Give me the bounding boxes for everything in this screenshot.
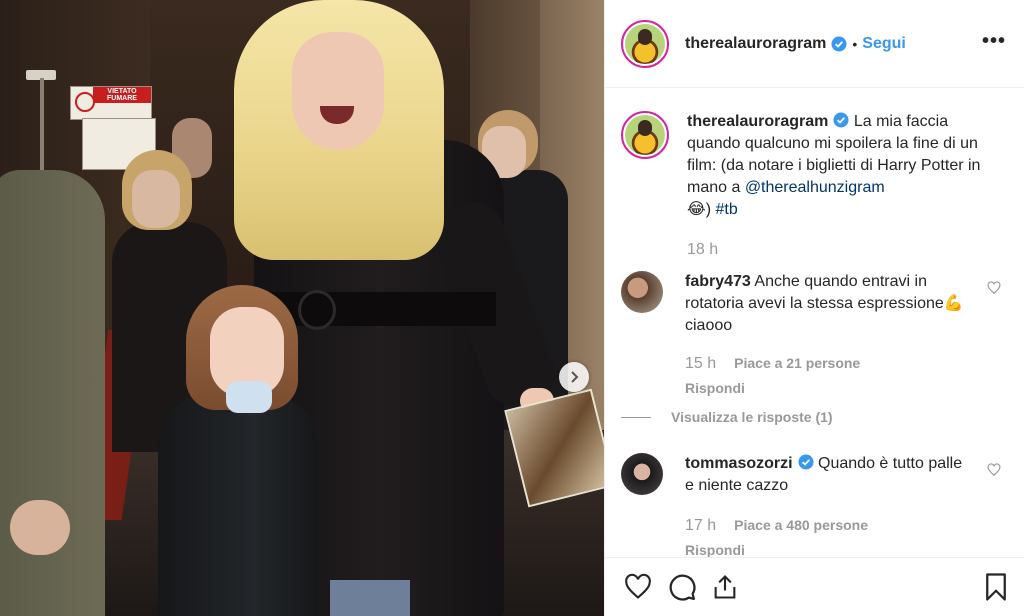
no-smoking-icon <box>75 92 95 112</box>
caption-mention-link[interactable]: @therealhunzigram <box>745 179 885 196</box>
comment-likes[interactable]: Piace a 480 persone <box>734 517 868 533</box>
comment-meta: 15 h Piace a 21 persone Rispondi <box>685 352 973 399</box>
comment-text: fabry473 Anche quando entravi in rotator… <box>685 271 1009 399</box>
post-header: therealauroragram • Segui ••• <box>605 0 1024 88</box>
share-upload-icon <box>714 575 736 599</box>
comment-item: tommasozorzi Quando è tutto palle e nien… <box>621 453 1009 557</box>
photo-foreground-hand <box>10 500 70 555</box>
post-photo[interactable]: VIETATO FUMARE <box>0 0 604 616</box>
laughing-emoji-icon: 😂 <box>687 201 706 218</box>
heart-icon <box>625 573 651 599</box>
comment-body-end: ciaooo <box>685 317 733 334</box>
comment-meta: 17 h Piace a 480 persone Rispondi <box>685 514 973 557</box>
post-side-panel: therealauroragram • Segui ••• therealaur… <box>604 0 1024 616</box>
commenter-username[interactable]: fabry473 <box>685 273 751 290</box>
sign-text: VIETATO FUMARE <box>93 87 151 103</box>
caption-hashtag-link[interactable]: #tb <box>715 201 737 218</box>
verified-badge-icon <box>831 36 847 51</box>
like-comment-heart-icon[interactable] <box>987 281 1001 295</box>
commenter-username[interactable]: tommasozorzi <box>685 455 793 472</box>
caption-avatar[interactable] <box>621 111 669 159</box>
verified-badge-icon <box>833 112 849 128</box>
replies-line <box>621 416 651 418</box>
save-button[interactable] <box>983 572 1009 607</box>
bookmark-icon <box>986 573 1006 601</box>
view-replies-button[interactable]: Visualizza le risposte (1) <box>621 409 1009 425</box>
author-username[interactable]: therealauroragram <box>685 35 826 53</box>
header-separator: • <box>852 35 858 52</box>
no-smoking-sign: VIETATO FUMARE <box>70 86 152 120</box>
caption-entry: therealauroragram La mia faccia quando q… <box>621 111 1009 261</box>
more-options-icon[interactable]: ••• <box>982 30 1006 53</box>
author-avatar[interactable] <box>621 19 669 68</box>
view-replies-label: Visualizza le risposte (1) <box>671 409 833 425</box>
reply-button[interactable]: Rispondi <box>685 377 973 399</box>
verified-badge-icon <box>798 454 814 470</box>
commenter-avatar[interactable] <box>621 453 663 495</box>
share-button[interactable] <box>711 572 739 602</box>
like-button[interactable] <box>623 573 653 601</box>
comment-item: fabry473 Anche quando entravi in rotator… <box>621 271 1009 399</box>
comment-bubble-icon <box>669 574 696 601</box>
comment-time[interactable]: 15 h <box>685 355 716 372</box>
commenter-avatar[interactable] <box>621 271 663 313</box>
comment-likes[interactable]: Piace a 21 persone <box>734 355 860 371</box>
caption-text: therealauroragram La mia faccia quando q… <box>687 111 1009 261</box>
next-photo-button[interactable] <box>559 362 589 392</box>
flexed-biceps-emoji-icon: 💪 <box>943 295 964 312</box>
caption-time[interactable]: 18 h <box>687 241 718 258</box>
comment-text: tommasozorzi Quando è tutto palle e nien… <box>685 453 1009 557</box>
comment-time[interactable]: 17 h <box>685 517 716 534</box>
photo-child <box>150 285 320 616</box>
post-actions-bar <box>605 557 1024 616</box>
reply-button[interactable]: Rispondi <box>685 539 973 557</box>
comment-button[interactable] <box>667 572 697 602</box>
follow-button[interactable]: Segui <box>862 35 906 53</box>
caption-username[interactable]: therealauroragram <box>687 113 828 130</box>
chevron-right-icon <box>571 371 579 383</box>
like-comment-heart-icon[interactable] <box>987 463 1001 477</box>
caption-meta: 18 h <box>687 239 989 261</box>
comments-list[interactable]: therealauroragram La mia faccia quando q… <box>605 89 1024 557</box>
